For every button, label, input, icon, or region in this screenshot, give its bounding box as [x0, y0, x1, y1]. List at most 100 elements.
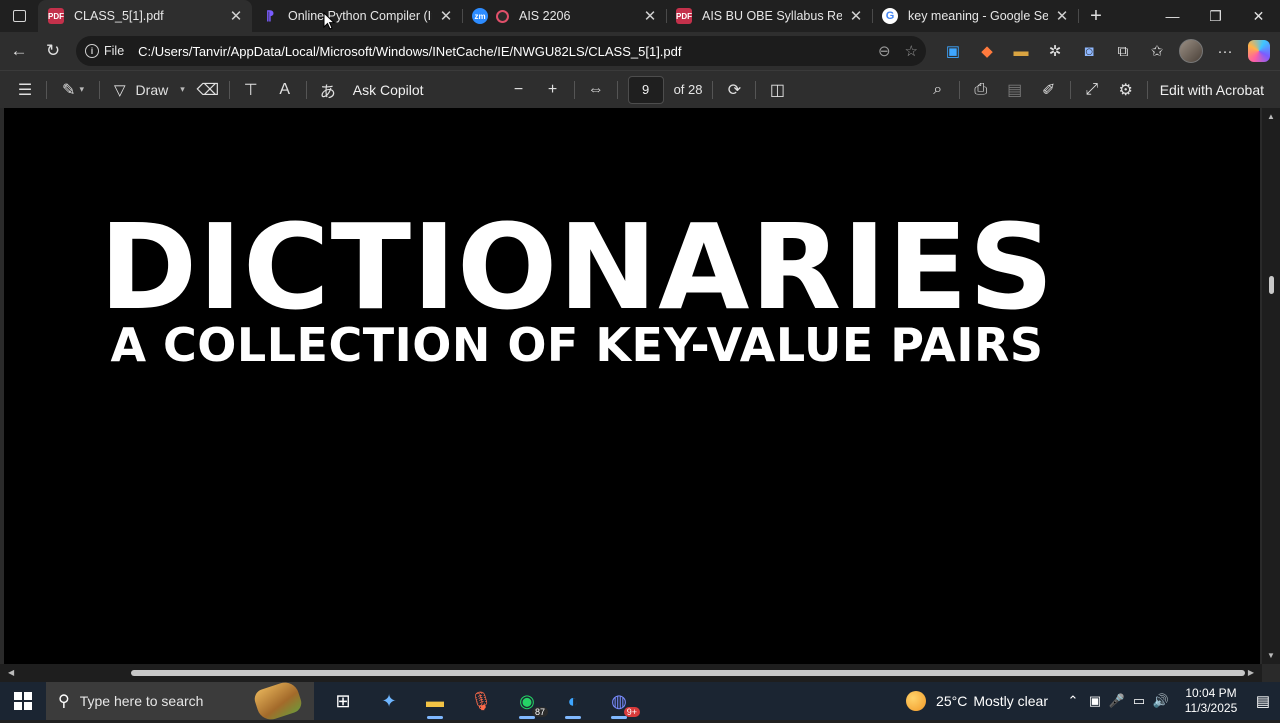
notification-center-icon[interactable]: ▤ [1246, 682, 1280, 720]
favorite-star-icon[interactable]: ☆ [905, 42, 918, 60]
scroll-up-arrow-icon[interactable]: ▲ [1267, 112, 1275, 121]
network-icon[interactable]: ▭ [1128, 682, 1150, 720]
back-button[interactable]: ← [2, 35, 36, 67]
extension-orange-icon[interactable]: ◆ [970, 36, 1004, 66]
tab-class5-pdf[interactable]: PDF CLASS_5[1].pdf ✕ [38, 0, 252, 32]
extensions-puzzle-icon[interactable]: ⧉ [1106, 36, 1140, 66]
tab-title: AIS BU OBE Syllabus Revised.p [702, 9, 842, 23]
url-text[interactable]: C:/Users/Tanvir/AppData/Local/Microsoft/… [138, 44, 681, 59]
clock-time: 10:04 PM [1185, 686, 1237, 700]
meet-now-icon[interactable]: ▣ [1084, 682, 1106, 720]
close-icon[interactable]: ✕ [438, 8, 454, 25]
taskbar-search[interactable]: ⚲ Type here to search [46, 678, 314, 723]
page-number-input[interactable]: 9 [627, 75, 664, 104]
highlight-button[interactable]: ✎ ▾ [51, 75, 95, 105]
scroll-down-arrow-icon[interactable]: ▼ [1267, 651, 1275, 660]
settings-gear-icon[interactable]: ⚙ [1109, 75, 1143, 105]
whatsapp-icon[interactable]: ◉ 87 [504, 682, 550, 720]
draw-button[interactable]: ▽ Draw ▾ [104, 75, 191, 105]
fit-to-width-icon[interactable]: ⇔ [579, 75, 613, 105]
zoom-out-button[interactable]: − [502, 75, 536, 105]
screen-capture-icon[interactable]: ▣ [936, 36, 970, 66]
close-icon[interactable]: ✕ [642, 8, 658, 25]
extension-camera-icon[interactable]: ◙ [1072, 36, 1106, 66]
pdf-toolbar-right: ⌕ ⎙ ▤ ✐ ⤢ ⚙ Edit with Acrobat [921, 71, 1280, 109]
zoom-out-icon[interactable]: ⊖ [878, 42, 891, 60]
horizontal-scrollbar[interactable]: ◀ ▶ [0, 664, 1262, 682]
tab-google-search[interactable]: G key meaning - Google Search ✕ [872, 0, 1079, 32]
tab-actions-icon [12, 10, 26, 22]
refresh-button[interactable]: ↻ [36, 35, 70, 67]
rotate-icon[interactable]: ⟳ [717, 75, 751, 105]
weather-temperature: 25°C [936, 693, 968, 709]
vertical-scroll-thumb[interactable] [1269, 276, 1274, 294]
eraser-icon[interactable]: ⌫ [191, 75, 225, 105]
tab-ais-syllabus[interactable]: PDF AIS BU OBE Syllabus Revised.p ✕ [666, 0, 873, 32]
print-icon[interactable]: ⎙ [964, 75, 998, 105]
pdf-icon: PDF [676, 8, 692, 24]
ask-copilot-button[interactable]: Ask Copilot [347, 75, 430, 105]
new-tab-button[interactable]: + [1080, 0, 1112, 32]
weather-widget[interactable]: 25°C Mostly clear [906, 691, 1048, 711]
more-menu-icon[interactable]: ··· [1208, 36, 1242, 66]
tab-actions-button[interactable] [0, 0, 38, 32]
save-icon[interactable]: ▤ [998, 75, 1032, 105]
scroll-right-arrow-icon[interactable]: ▶ [1248, 668, 1254, 677]
tab-title: AIS 2206 [519, 9, 571, 23]
scheme-label: File [104, 44, 125, 58]
save-as-icon[interactable]: ✐ [1032, 75, 1066, 105]
close-window-button[interactable]: ✕ [1237, 0, 1280, 32]
close-icon[interactable]: ✕ [228, 8, 244, 25]
discord-badge: 9+ [623, 707, 640, 717]
chatgpt-icon[interactable]: ✲ [1038, 36, 1072, 66]
profile-button[interactable] [1174, 36, 1208, 66]
copilot-app-icon[interactable]: ✦ [366, 682, 412, 720]
address-bar[interactable]: i File C:/Users/Tanvir/AppData/Local/Mic… [76, 36, 926, 66]
restore-button[interactable]: ❐ [1194, 0, 1237, 32]
text-box-icon[interactable]: ⊤ [234, 75, 268, 105]
weather-condition: Mostly clear [973, 693, 1048, 709]
horizontal-scroll-thumb[interactable] [131, 670, 1245, 676]
start-button[interactable] [0, 682, 46, 720]
favorites-icon[interactable]: ✩ [1140, 36, 1174, 66]
page-view-icon[interactable]: ◫ [760, 75, 794, 105]
zoom-in-button[interactable]: + [536, 75, 570, 105]
taskbar: ⚲ Type here to search ⊞ ✦ ▬ 🎙 ◉ 87 ◐ ◍ 9+ … [0, 678, 1280, 723]
task-view-icon[interactable]: ⊞ [320, 682, 366, 720]
extension-bar-icon[interactable]: ▬ [1004, 36, 1038, 66]
close-icon[interactable]: ✕ [848, 8, 864, 25]
volume-icon[interactable]: 🔊 [1150, 682, 1172, 720]
navigation-bar: ← ↻ i File C:/Users/Tanvir/AppData/Local… [0, 32, 1280, 70]
windows-logo-icon [14, 692, 32, 710]
edge-browser-icon[interactable]: ◐ [550, 682, 596, 720]
file-explorer-icon[interactable]: ▬ [412, 682, 458, 720]
mouse-cursor-icon [323, 12, 335, 30]
slide-title: DICTIONARIES [99, 198, 1055, 336]
translate-icon[interactable]: あ [311, 75, 345, 105]
search-icon: ⚲ [58, 693, 70, 710]
python-compiler-icon: ⁋ [265, 8, 275, 23]
find-search-icon[interactable]: ⌕ [921, 75, 955, 105]
avatar [1179, 39, 1203, 63]
search-highlight-image [252, 678, 304, 723]
info-icon[interactable]: i [85, 44, 99, 58]
extensions-area: ▣ ◆ ▬ ✲ ◙ ⧉ ✩ ··· [936, 36, 1276, 66]
tab-ais-2206[interactable]: zm AIS 2206 ✕ [462, 0, 667, 32]
fullscreen-icon[interactable]: ⤢ [1075, 75, 1109, 105]
read-aloud-icon[interactable]: A [268, 75, 302, 105]
show-hidden-icons-chevron-icon[interactable]: ⌃ [1062, 682, 1084, 720]
microphone-icon[interactable]: 🎤 [1106, 682, 1128, 720]
contents-list-icon[interactable]: ☰ [8, 75, 42, 105]
scroll-left-arrow-icon[interactable]: ◀ [8, 668, 14, 677]
discord-icon[interactable]: ◍ 9+ [596, 682, 642, 720]
slide-subtitle: A COLLECTION OF KEY-VALUE PAIRS [110, 318, 1044, 372]
voice-recorder-icon[interactable]: 🎙 [458, 682, 504, 720]
google-icon: G [882, 8, 898, 24]
close-icon[interactable]: ✕ [1054, 8, 1070, 25]
vertical-scrollbar[interactable]: ▲ ▼ [1262, 108, 1280, 664]
edit-with-acrobat-button[interactable]: Edit with Acrobat [1152, 75, 1280, 105]
minimize-button[interactable]: — [1151, 0, 1194, 32]
clock[interactable]: 10:04 PM 11/3/2025 [1176, 686, 1246, 716]
tab-python-compiler[interactable]: ⁋ Online Python Compiler (Inter ✕ [252, 0, 463, 32]
copilot-button[interactable] [1242, 36, 1276, 66]
